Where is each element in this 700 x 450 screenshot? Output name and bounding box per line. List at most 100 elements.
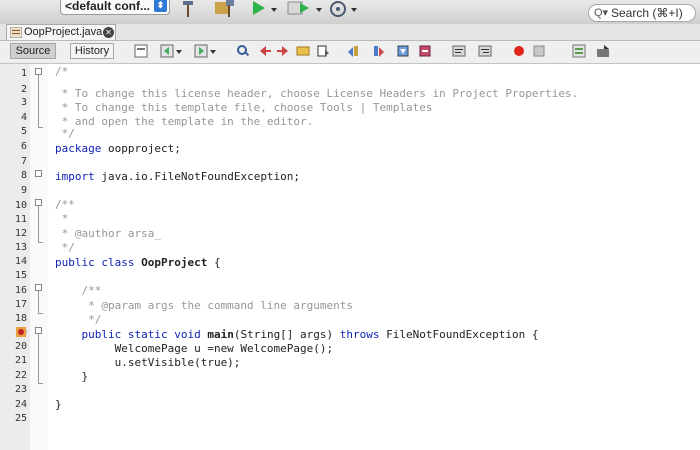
class-name: OopProject (134, 256, 208, 269)
source-tab[interactable]: Source (10, 43, 56, 59)
code-line-3[interactable]: * To change this template file, choose T… (55, 101, 433, 114)
line-number[interactable]: 1 (0, 68, 27, 79)
toggle-highlight-icon[interactable] (296, 44, 310, 58)
line-number[interactable]: 15 (0, 270, 27, 281)
run-dropdown-icon[interactable] (270, 0, 278, 18)
line-number[interactable]: 10 (0, 200, 27, 211)
debug-icon[interactable] (287, 0, 313, 18)
code-line-5[interactable]: */ (55, 127, 75, 140)
code-line-24[interactable]: } (55, 398, 62, 411)
code-line-8[interactable]: import java.io.FileNotFoundException; (55, 170, 300, 183)
code-line-20[interactable]: WelcomePage u =new WelcomePage(); (55, 342, 334, 355)
code-line-12[interactable]: * @author arsa_ (55, 227, 161, 240)
previous-bookmark-icon[interactable] (346, 44, 360, 58)
line-number[interactable]: 11 (0, 214, 27, 225)
fold-end (38, 383, 43, 384)
shift-line-right-icon[interactable] (452, 44, 466, 58)
code-line-13[interactable]: */ (55, 241, 75, 254)
line-number[interactable]: 14 (0, 256, 27, 267)
configuration-select[interactable]: <default conf... ⬍ (60, 0, 170, 15)
keyword: throws (339, 328, 380, 341)
start-macro-recording-icon[interactable] (512, 44, 526, 58)
dropdown-arrow-icon[interactable]: ⬍ (154, 0, 167, 12)
hammer-icon[interactable] (180, 0, 196, 18)
clean-build-icon[interactable] (212, 0, 236, 18)
fold-end (38, 313, 43, 314)
line-number[interactable]: 25 (0, 413, 27, 424)
fold-toggle-icon[interactable] (35, 68, 42, 75)
code-line-21[interactable]: u.setVisible(true); (55, 356, 241, 369)
code-text: { (207, 256, 221, 269)
java-file-icon (10, 27, 22, 38)
code-text: (String[] args) (233, 328, 340, 341)
toggle-bookmark-icon[interactable] (396, 44, 410, 58)
fold-guide (38, 334, 39, 383)
line-number[interactable]: 3 (0, 97, 27, 108)
line-number[interactable]: 22 (0, 370, 27, 381)
line-number[interactable]: 21 (0, 355, 27, 366)
search-icon: Q▾ (594, 7, 609, 19)
line-number[interactable]: 16 (0, 285, 27, 296)
fold-toggle-icon[interactable] (35, 170, 42, 177)
fold-guide (38, 291, 39, 313)
code-line-10[interactable]: /** (55, 198, 75, 211)
line-number[interactable]: 12 (0, 228, 27, 239)
line-number[interactable]: 7 (0, 156, 27, 167)
profile-dropdown-icon[interactable] (350, 0, 358, 18)
line-number[interactable]: 2 (0, 84, 27, 95)
line-number[interactable]: 5 (0, 126, 27, 137)
back-dropdown-icon[interactable] (176, 44, 182, 58)
code-line-16[interactable]: /** (55, 284, 101, 297)
code-line-17[interactable]: * @param args the command line arguments (55, 299, 353, 312)
back-icon[interactable] (160, 44, 174, 58)
fold-toggle-icon[interactable] (35, 284, 42, 291)
code-text: java.io.FileNotFoundException; (94, 170, 301, 183)
debug-dropdown-icon[interactable] (315, 0, 323, 18)
code-line-1[interactable]: /* (55, 65, 68, 78)
line-number[interactable]: 13 (0, 242, 27, 253)
fold-guide (38, 75, 39, 127)
next-bookmark-icon[interactable] (372, 44, 386, 58)
uncomment-icon[interactable] (478, 44, 492, 58)
code-line-4[interactable]: * and open the template in the editor. (55, 115, 314, 128)
find-next-icon[interactable] (276, 44, 290, 58)
line-number[interactable]: 6 (0, 141, 27, 152)
line-number[interactable]: 20 (0, 341, 27, 352)
stop-macro-recording-icon[interactable] (532, 44, 546, 58)
code-line-11[interactable]: * (55, 212, 69, 225)
line-number[interactable]: 24 (0, 399, 27, 410)
profile-icon[interactable] (328, 0, 348, 18)
code-line-2[interactable]: * To change this license header, choose … (55, 87, 579, 100)
line-number[interactable]: 8 (0, 170, 27, 181)
line-number[interactable]: 18 (0, 313, 27, 324)
forward-dropdown-icon[interactable] (210, 44, 216, 58)
code-line-18[interactable]: */ (55, 313, 101, 326)
line-number[interactable]: 23 (0, 384, 27, 395)
code-line-22[interactable]: } (55, 370, 88, 383)
search-box[interactable]: Q▾ Search (⌘+I) (588, 4, 696, 22)
comment-icon[interactable] (572, 44, 586, 58)
code-line-19[interactable]: public static void main(String[] args) t… (55, 328, 538, 341)
fold-toggle-icon[interactable] (35, 327, 42, 334)
run-icon[interactable] (250, 0, 268, 18)
history-tab[interactable]: History (70, 43, 114, 59)
close-tab-icon[interactable]: ✕ (103, 27, 114, 38)
shift-line-left-icon[interactable] (418, 44, 432, 58)
main-toolbar: <default conf... ⬍ Q▾ Search (⌘+I) (0, 0, 700, 25)
tab-oopproject-java[interactable]: OopProject.java ✕ (6, 24, 116, 40)
error-marker-icon[interactable] (16, 327, 26, 337)
fold-toggle-icon[interactable] (35, 199, 42, 206)
keyword: package (55, 142, 102, 155)
toggle-rectangular-selection-icon[interactable] (316, 44, 330, 58)
find-previous-icon[interactable] (258, 44, 272, 58)
code-line-6[interactable]: package oopproject; (55, 142, 181, 155)
editor-toolbar: Source History (0, 41, 700, 64)
find-selection-icon[interactable] (236, 44, 250, 58)
last-edit-icon[interactable] (134, 44, 148, 58)
shift-icon[interactable] (596, 44, 610, 58)
line-number[interactable]: 17 (0, 299, 27, 310)
code-line-14[interactable]: public class OopProject { (55, 256, 221, 269)
line-number[interactable]: 4 (0, 112, 27, 123)
forward-icon[interactable] (194, 44, 208, 58)
line-number[interactable]: 9 (0, 185, 27, 196)
